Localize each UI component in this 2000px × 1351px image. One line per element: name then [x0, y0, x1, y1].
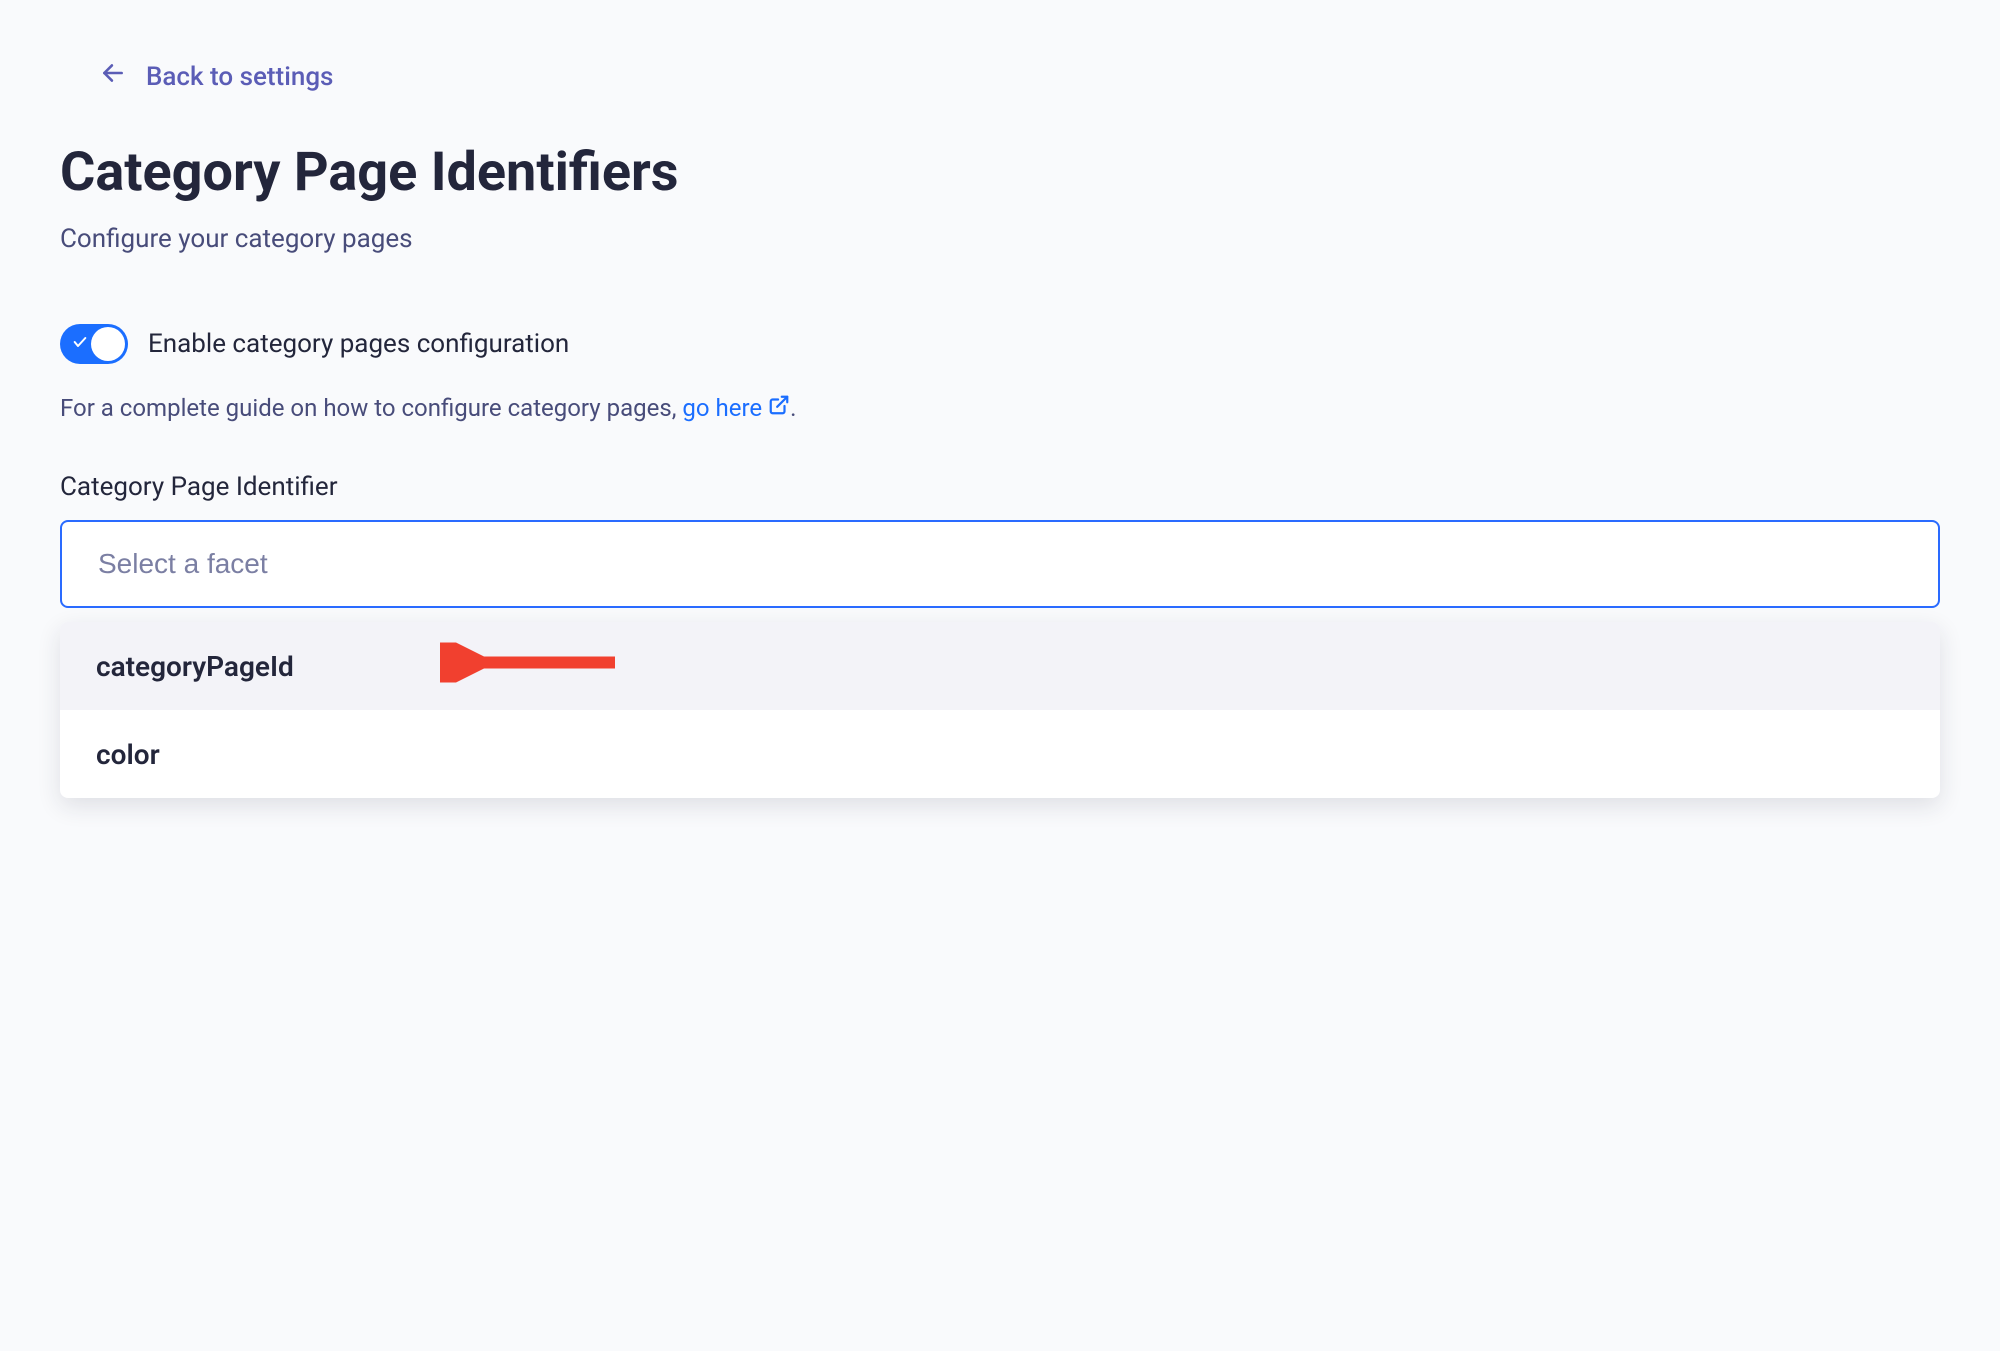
facet-option-color[interactable]: color — [60, 710, 1940, 798]
page-subtitle: Configure your category pages — [60, 224, 1940, 254]
facet-dropdown: categoryPageId color — [60, 622, 1940, 798]
external-link-icon — [768, 394, 790, 422]
help-link[interactable]: go here — [682, 394, 790, 422]
help-text-prefix: For a complete guide on how to configure… — [60, 394, 682, 422]
back-link-label: Back to settings — [146, 62, 333, 92]
facet-input-wrap — [60, 520, 1940, 608]
facet-field-label: Category Page Identifier — [60, 472, 1940, 502]
enable-toggle-label: Enable category pages configuration — [148, 329, 569, 359]
enable-toggle[interactable] — [60, 324, 128, 364]
toggle-knob — [91, 327, 125, 361]
help-text: For a complete guide on how to configure… — [60, 394, 1940, 422]
arrow-left-icon — [100, 60, 126, 93]
facet-option-label: color — [96, 738, 160, 771]
help-link-label: go here — [682, 394, 762, 422]
check-icon — [72, 334, 88, 354]
enable-toggle-row: Enable category pages configuration — [60, 324, 1940, 364]
facet-option-categoryPageId[interactable]: categoryPageId — [60, 622, 1940, 710]
facet-select-input[interactable] — [60, 520, 1940, 608]
help-text-suffix: . — [790, 394, 796, 422]
back-to-settings-link[interactable]: Back to settings — [100, 60, 333, 93]
annotation-arrow-icon — [440, 643, 620, 690]
facet-option-label: categoryPageId — [96, 650, 294, 683]
page-title: Category Page Identifiers — [60, 141, 1940, 204]
